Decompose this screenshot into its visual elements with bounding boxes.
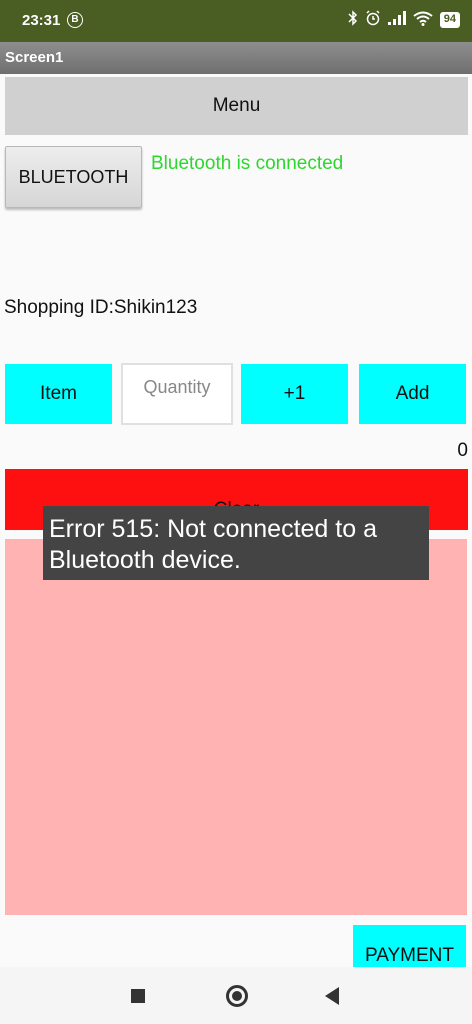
screen-title: Screen1 xyxy=(5,49,64,66)
status-icons: 94 xyxy=(348,10,460,29)
back-icon[interactable] xyxy=(325,987,339,1005)
menu-button[interactable]: Menu xyxy=(5,77,468,135)
title-bar: Screen1 xyxy=(0,42,472,74)
bluetooth-button[interactable]: BLUETOOTH xyxy=(5,146,142,208)
recents-icon[interactable] xyxy=(131,989,145,1003)
status-bar: 23:31 B 94 xyxy=(0,0,472,42)
battery-icon: 94 xyxy=(439,11,460,28)
home-icon[interactable] xyxy=(226,985,248,1007)
payment-button[interactable]: PAYMENT xyxy=(353,925,466,970)
add-button[interactable]: Add xyxy=(359,364,466,424)
alarm-icon xyxy=(365,10,381,29)
status-time: 23:31 xyxy=(22,12,61,29)
total-count: 0 xyxy=(457,440,468,461)
cart-list[interactable] xyxy=(5,539,467,915)
notification-badge-icon: B xyxy=(67,12,83,28)
plus-one-button[interactable]: +1 xyxy=(241,364,348,424)
shopping-id-label: Shopping ID:Shikin123 xyxy=(4,297,198,318)
item-button[interactable]: Item xyxy=(5,364,112,424)
navigation-bar xyxy=(0,967,472,1024)
bluetooth-status: Bluetooth is connected xyxy=(151,153,344,174)
quantity-input[interactable] xyxy=(121,363,233,425)
wifi-icon xyxy=(413,11,433,29)
signal-icon xyxy=(387,11,406,28)
error-toast: Error 515: Not connected to a Bluetooth … xyxy=(43,506,429,580)
bluetooth-icon xyxy=(348,10,358,29)
